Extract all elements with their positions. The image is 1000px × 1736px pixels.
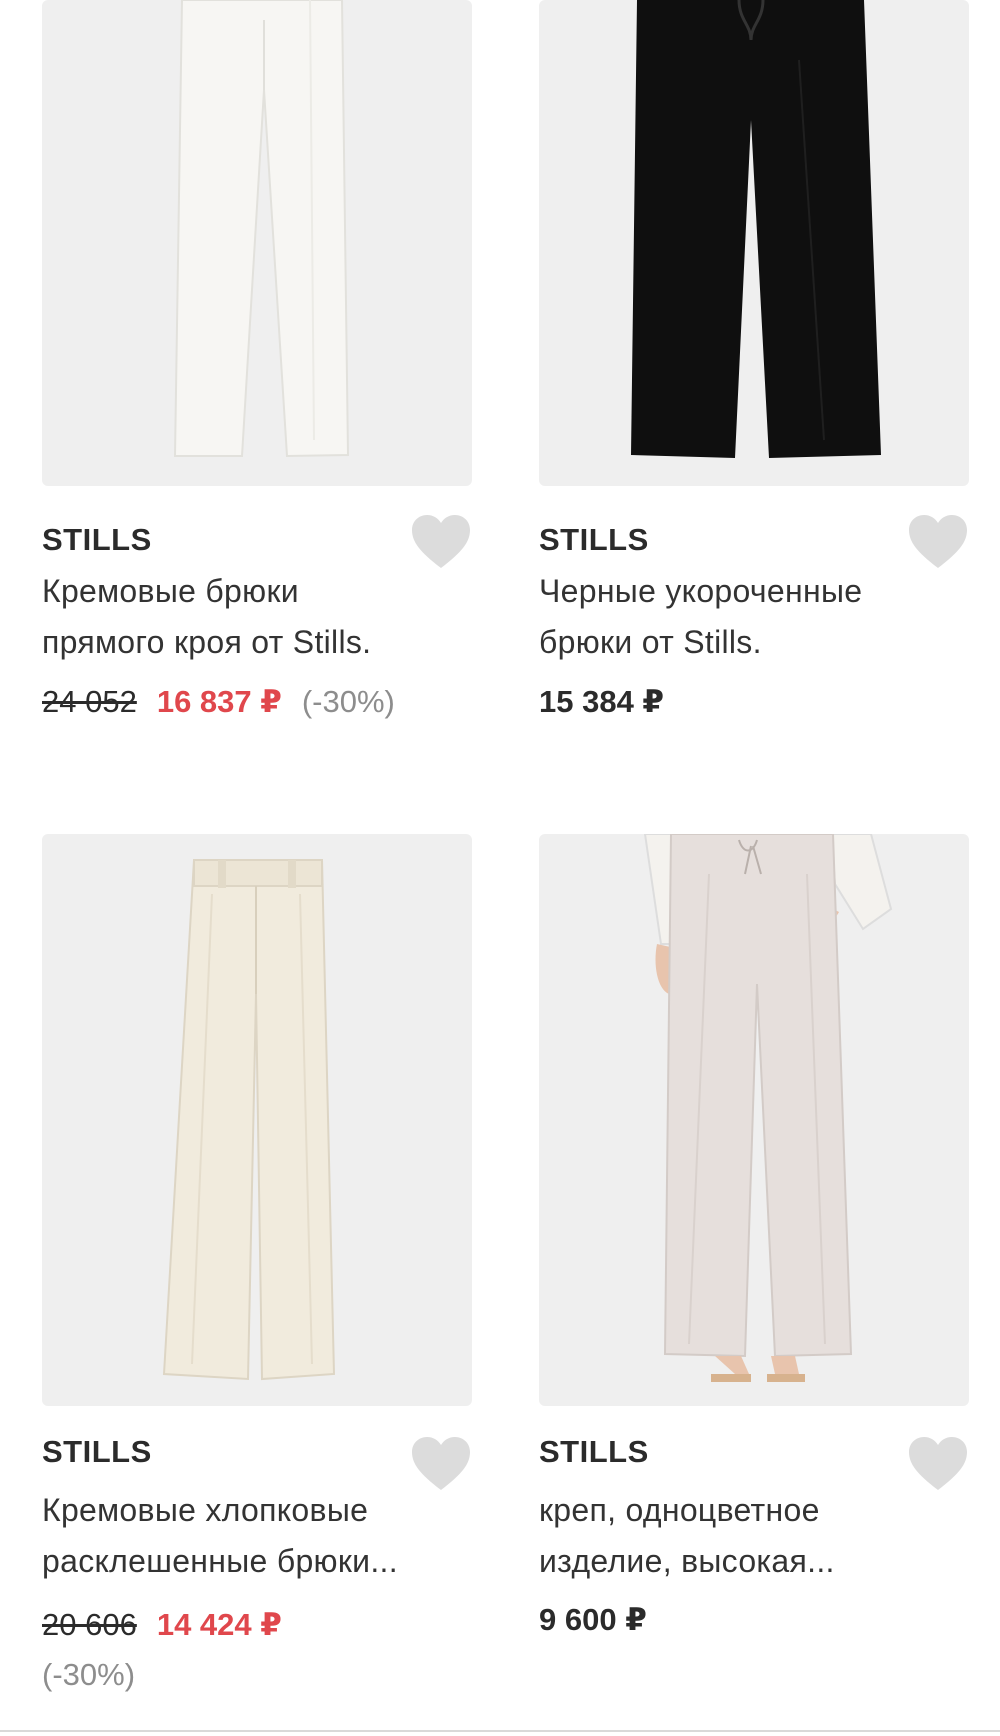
product-image[interactable]: [42, 834, 472, 1406]
product-title[interactable]: креп, одноцветное изделие, высокая...: [539, 1485, 969, 1587]
product-image-trousers-crepe-model: [643, 834, 893, 1382]
product-title[interactable]: Кремовые хлопковые расклешенные брюки...: [42, 1485, 472, 1587]
product-title-line-1: креп, одноцветное: [539, 1492, 820, 1528]
heart-icon[interactable]: [410, 514, 472, 570]
product-image[interactable]: [539, 0, 969, 486]
sale-price: 14 424 ₽: [156, 1607, 282, 1642]
sale-price: 16 837 ₽: [156, 684, 282, 719]
product-brand: STILLS: [42, 522, 152, 557]
product-brand: STILLS: [539, 522, 649, 557]
product-title-line-1: Кремовые брюки: [42, 573, 299, 609]
product-image[interactable]: [42, 0, 472, 486]
product-title-line-2: брюки от Stills.: [539, 624, 762, 660]
product-title-line-2: изделие, высокая...: [539, 1543, 835, 1579]
product-image[interactable]: [539, 834, 969, 1406]
price-row: 20 606 14 424 ₽ (-30%): [42, 1600, 482, 1700]
product-title-line-1: Кремовые хлопковые: [42, 1492, 369, 1528]
price-row: 24 052 16 837 ₽ (-30%): [42, 682, 482, 722]
product-title[interactable]: Черные укороченные брюки от Stills.: [539, 566, 969, 668]
product-image-trousers-black: [631, 0, 881, 458]
product-title-line-2: расклешенные брюки...: [42, 1543, 398, 1579]
price: 9 600 ₽: [539, 1602, 647, 1637]
product-brand: STILLS: [539, 1434, 649, 1469]
product-title[interactable]: Кремовые брюки прямого кроя от Stills.: [42, 566, 472, 668]
product-image-trousers-cream-flared: [162, 859, 336, 1381]
old-price: 20 606: [42, 1607, 137, 1642]
product-brand: STILLS: [42, 1434, 152, 1469]
divider: [0, 1730, 1000, 1732]
product-title-line-2: прямого кроя от Stills.: [42, 624, 372, 660]
discount-badge: (-30%): [301, 684, 395, 719]
heart-icon[interactable]: [907, 1436, 969, 1492]
heart-icon[interactable]: [410, 1436, 472, 1492]
product-title-line-1: Черные укороченные: [539, 573, 863, 609]
price-row: 15 384 ₽: [539, 682, 979, 722]
price: 15 384 ₽: [539, 684, 664, 719]
price-row: 9 600 ₽: [539, 1600, 979, 1640]
discount-badge: (-30%): [42, 1657, 136, 1692]
product-image-trousers-cream: [173, 0, 350, 458]
old-price: 24 052: [42, 684, 137, 719]
heart-icon[interactable]: [907, 514, 969, 570]
